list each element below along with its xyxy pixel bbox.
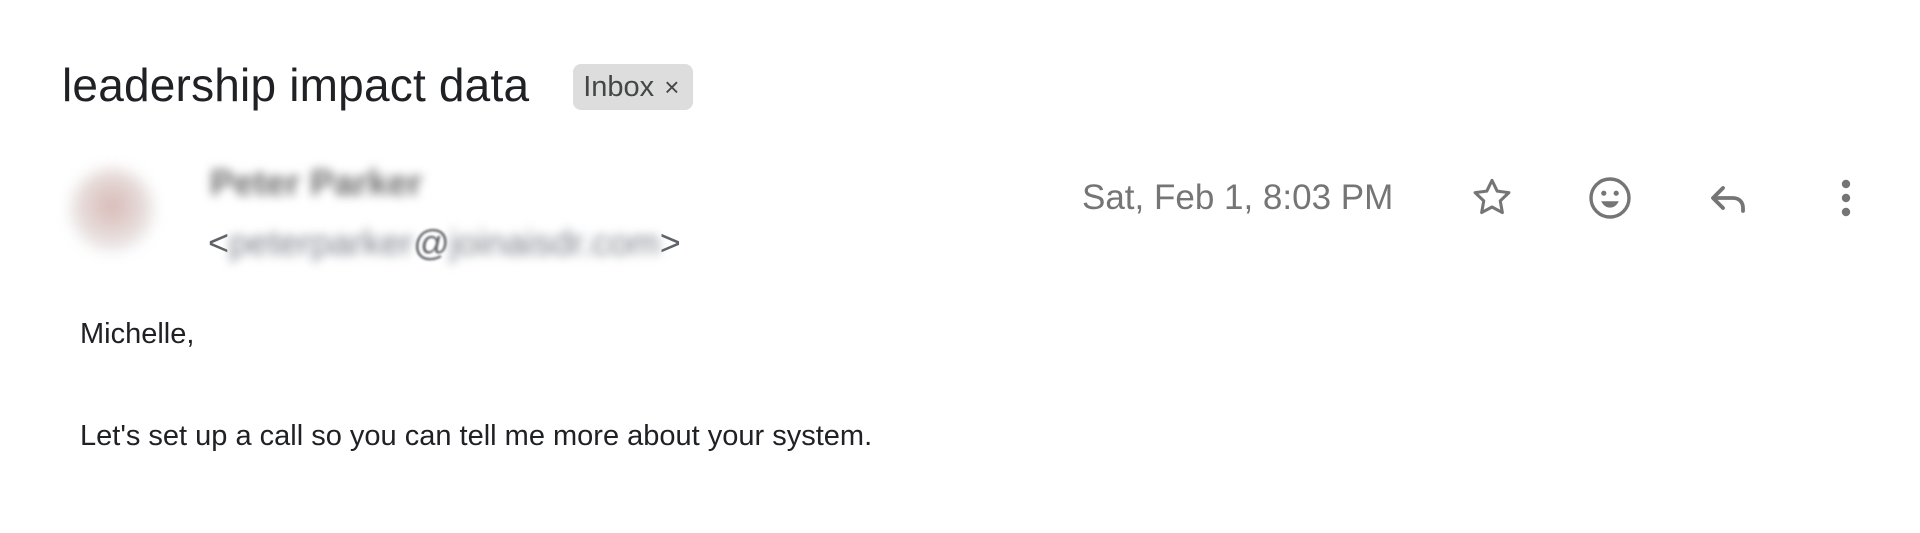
email-greeting: Michelle, bbox=[80, 318, 195, 350]
email-open-bracket: < bbox=[208, 222, 230, 263]
reply-icon bbox=[1704, 174, 1752, 222]
emoji-reaction-icon bbox=[1586, 174, 1634, 222]
email-domain: joinaisdr.com bbox=[449, 222, 660, 263]
add-reaction-button[interactable] bbox=[1582, 170, 1638, 226]
email-subject: leadership impact data bbox=[62, 59, 530, 111]
email-username: peterparker bbox=[229, 222, 414, 263]
more-options-button[interactable] bbox=[1818, 170, 1874, 226]
star-icon bbox=[1469, 175, 1515, 221]
email-view: leadership impact data Inbox × Peter Par… bbox=[0, 0, 1920, 533]
email-message: Let's set up a call so you can tell me m… bbox=[80, 420, 873, 452]
label-chip-text: Inbox bbox=[583, 70, 655, 103]
sender-name[interactable]: Peter Parker bbox=[210, 162, 422, 204]
sender-email: < peterparker @ joinaisdr.com > bbox=[208, 222, 681, 264]
remove-label-icon[interactable]: × bbox=[664, 74, 679, 100]
subject-row: leadership impact data Inbox × bbox=[62, 58, 694, 112]
sender-avatar[interactable] bbox=[70, 168, 154, 252]
email-at-sign: @ bbox=[413, 222, 450, 263]
star-button[interactable] bbox=[1464, 170, 1520, 226]
more-vertical-icon bbox=[1836, 174, 1856, 222]
email-date: Sat, Feb 1, 8:03 PM bbox=[1082, 178, 1394, 217]
inbox-label-chip[interactable]: Inbox × bbox=[573, 64, 694, 110]
reply-button[interactable] bbox=[1700, 170, 1756, 226]
email-close-bracket: > bbox=[659, 222, 681, 263]
